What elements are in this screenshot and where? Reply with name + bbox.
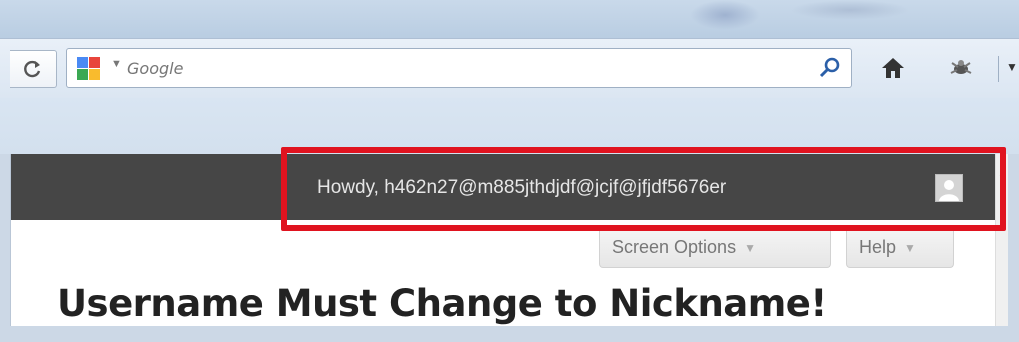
reload-button[interactable]	[10, 50, 57, 88]
search-placeholder: Google	[127, 59, 184, 78]
logo-segment	[89, 57, 100, 68]
help-button[interactable]: Help ▼	[846, 228, 954, 268]
search-input[interactable]: ▼ Google	[66, 48, 852, 88]
titlebar-glass-decoration	[790, 0, 910, 20]
window-titlebar	[0, 0, 1019, 38]
annotation-highlight-box	[281, 147, 1006, 231]
magnifier-icon[interactable]	[817, 55, 843, 81]
logo-segment	[77, 57, 88, 68]
chevron-down-icon: ▼	[904, 240, 916, 255]
page-title: Username Must Change to Nickname!	[57, 282, 827, 325]
addon-icon[interactable]	[946, 55, 976, 81]
toolbar-separator	[998, 56, 999, 82]
logo-segment	[77, 69, 88, 80]
home-icon[interactable]	[880, 55, 906, 81]
chevron-down-icon: ▼	[744, 240, 756, 255]
chevron-down-icon[interactable]: ▼	[1006, 60, 1018, 74]
logo-segment	[89, 69, 100, 80]
google-logo-icon[interactable]	[77, 57, 101, 81]
bookmarks-toolbar	[0, 98, 1019, 154]
window-bottom-border	[0, 326, 1019, 342]
reload-icon	[24, 60, 41, 78]
titlebar-glass-decoration	[690, 0, 760, 30]
help-label: Help	[859, 237, 897, 257]
screen-options-label: Screen Options	[612, 237, 737, 257]
chevron-down-icon[interactable]: ▼	[111, 58, 122, 70]
screen-options-button[interactable]: Screen Options ▼	[599, 228, 831, 268]
